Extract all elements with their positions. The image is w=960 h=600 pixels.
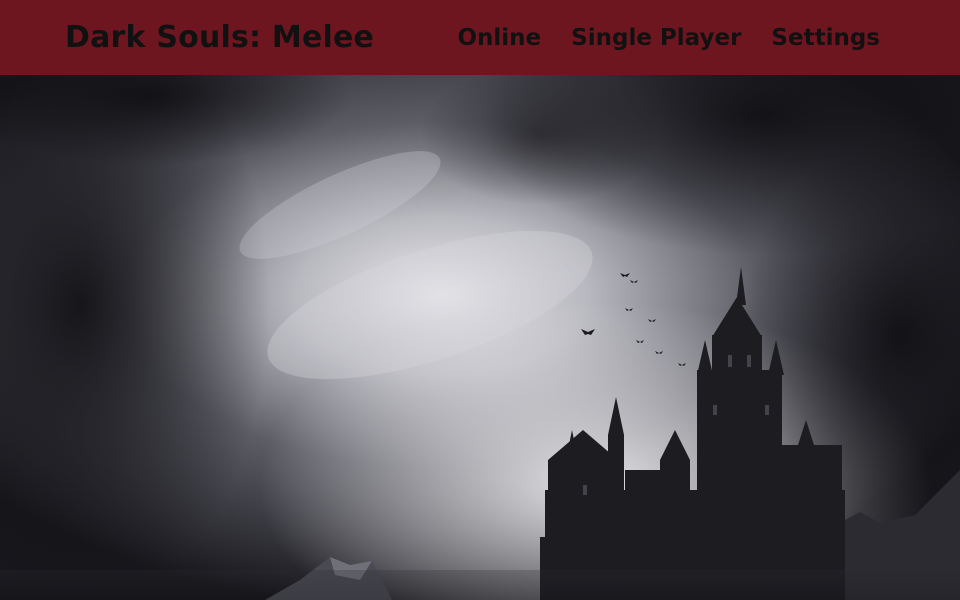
site-title[interactable]: Dark Souls: Melee xyxy=(65,20,374,55)
main-nav: Online Single Player Settings xyxy=(457,25,880,51)
hero-image xyxy=(0,75,960,600)
top-navbar: Dark Souls: Melee Online Single Player S… xyxy=(0,0,960,75)
nav-online-link[interactable]: Online xyxy=(457,25,541,51)
castle-illustration xyxy=(0,75,960,600)
nav-settings-link[interactable]: Settings xyxy=(771,25,880,51)
nav-single-player-link[interactable]: Single Player xyxy=(571,25,741,51)
